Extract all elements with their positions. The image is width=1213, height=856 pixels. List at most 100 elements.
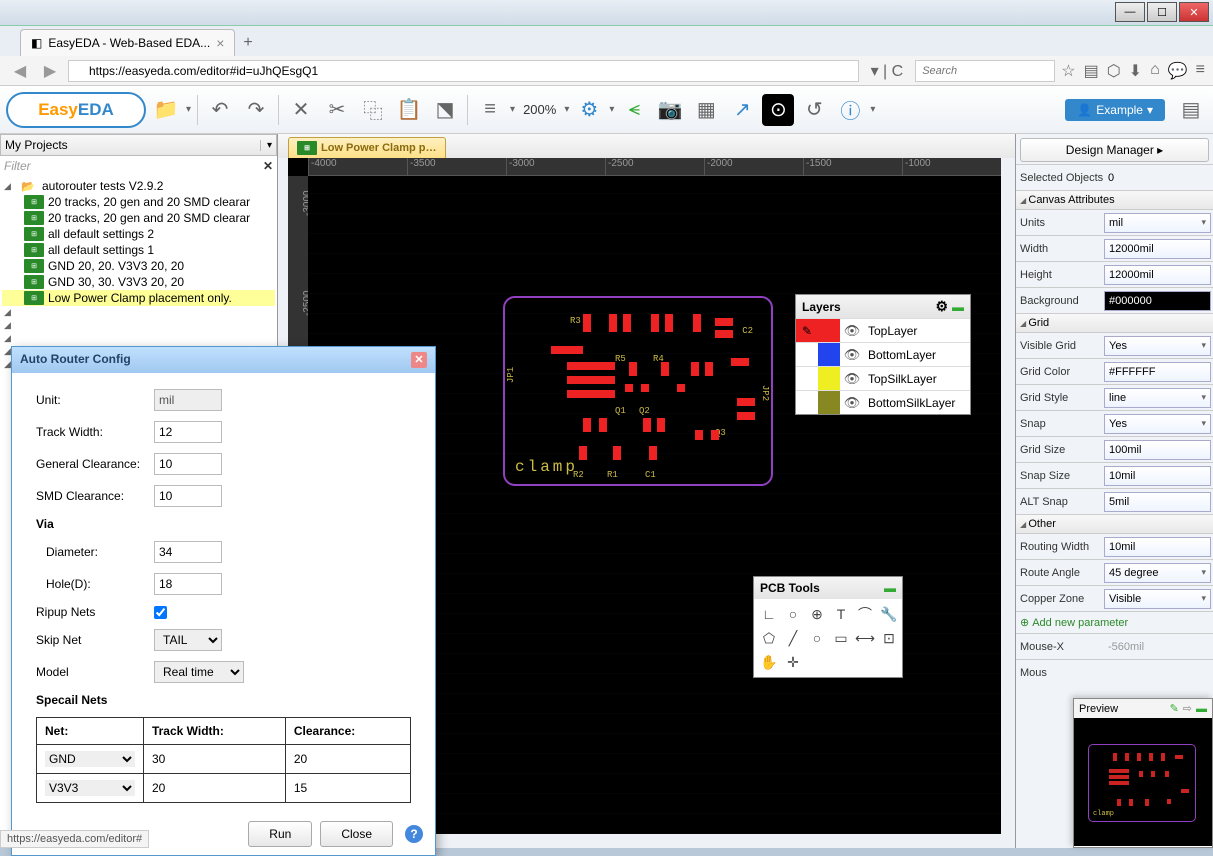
layers-panel[interactable]: Layers ⚙ ▬ ✎👁TopLayer 👁BottomLayer 👁TopS… [795, 294, 971, 415]
visible-grid-select[interactable]: Yes▾ [1104, 336, 1211, 356]
reload-dropdown[interactable]: ▾ | C [865, 61, 910, 81]
gen-clearance-input[interactable] [154, 453, 222, 475]
bookmark-star-icon[interactable]: ☆ [1061, 61, 1075, 81]
diameter-input[interactable] [154, 541, 222, 563]
camera-icon[interactable]: 📷 [654, 94, 686, 126]
snap-size-input[interactable]: 10mil [1104, 466, 1211, 486]
bg-input[interactable]: #000000 [1104, 291, 1211, 311]
home-icon[interactable]: ⌂ [1150, 61, 1160, 81]
help-icon[interactable]: ? [405, 825, 423, 843]
wrench-tool-icon[interactable]: 🔧 [878, 603, 900, 625]
pad-tool-icon[interactable]: ○ [782, 603, 804, 625]
eye-icon[interactable]: 👁 [840, 323, 864, 339]
nav-back-icon[interactable]: ◀ [8, 59, 32, 83]
new-tab-button[interactable]: + [235, 30, 260, 56]
grid-size-input[interactable]: 100mil [1104, 440, 1211, 460]
filter-input[interactable]: Filter ✕ [0, 156, 277, 176]
poly-tool-icon[interactable]: ⬠ [758, 627, 780, 649]
eye-icon[interactable]: 👁 [840, 347, 864, 363]
tab-close-icon[interactable]: × [216, 35, 224, 51]
pan-tool-icon[interactable]: ✋ [758, 651, 780, 673]
share-icon[interactable]: ⪪ [618, 94, 650, 126]
window-close[interactable]: ✕ [1179, 2, 1209, 22]
smd-clearance-input[interactable] [154, 485, 222, 507]
route-angle-select[interactable]: 45 degree▾ [1104, 563, 1211, 583]
arc-tool-icon[interactable]: ⌒ [854, 603, 876, 625]
bom-icon[interactable]: ▦ [690, 94, 722, 126]
export-icon[interactable]: ↗ [726, 94, 758, 126]
projects-dropdown[interactable]: My Projects ▾ [0, 134, 277, 156]
redo-icon[interactable]: ↷ [240, 94, 272, 126]
fab-icon[interactable]: ⊙ [762, 94, 794, 126]
close-button[interactable]: Close [320, 821, 393, 847]
gear-icon[interactable]: ⚙ [573, 94, 605, 126]
layer-row[interactable]: 👁TopSilkLayer [796, 366, 970, 390]
document-tab[interactable]: ⊞ Low Power Clamp p… [288, 137, 446, 158]
grid-color-input[interactable]: #FFFFFF [1104, 362, 1211, 382]
skip-net-select[interactable]: TAIL [154, 629, 222, 651]
tree-item[interactable]: ⊞all default settings 2 [2, 226, 275, 242]
tree-item-selected[interactable]: ⊞Low Power Clamp placement only. [2, 290, 275, 306]
preview-edit-icon[interactable]: ✎ [1170, 702, 1179, 715]
tree-toggle[interactable]: ◢ [2, 319, 275, 332]
window-maximize[interactable]: ☐ [1147, 2, 1177, 22]
preview-canvas[interactable]: clamp [1074, 718, 1212, 846]
undo-icon[interactable]: ↶ [204, 94, 236, 126]
net-select[interactable]: V3V3 [45, 780, 135, 796]
tree-item[interactable]: ⊞20 tracks, 20 gen and 20 SMD clearar [2, 194, 275, 210]
line-tool-icon[interactable]: ╱ [782, 627, 804, 649]
units-select[interactable]: mil▾ [1104, 213, 1211, 233]
model-select[interactable]: Real time [154, 661, 244, 683]
panel-toggle-icon[interactable]: ▤ [1175, 94, 1207, 126]
paste-icon[interactable]: 📋 [393, 94, 425, 126]
section-other[interactable]: Other [1016, 514, 1213, 533]
circle-tool-icon[interactable]: ○ [806, 627, 828, 649]
tree-item[interactable]: ⊞GND 30, 30. V3V3 20, 20 [2, 274, 275, 290]
section-canvas-attr[interactable]: Canvas Attributes [1016, 190, 1213, 209]
section-grid[interactable]: Grid [1016, 313, 1213, 332]
window-minimize[interactable]: — [1115, 2, 1145, 22]
dialog-close-icon[interactable]: ✕ [411, 352, 427, 368]
autorouter-dialog[interactable]: Auto Router Config ✕ Unit: Track Width: … [11, 346, 436, 856]
browser-tab[interactable]: ◧ EasyEDA - Web-Based EDA... × [20, 29, 235, 56]
info-icon[interactable]: ⓘ [834, 94, 866, 126]
crop-icon[interactable]: ⬔ [429, 94, 461, 126]
height-input[interactable]: 12000mil [1104, 265, 1211, 285]
layer-row[interactable]: 👁BottomSilkLayer [796, 390, 970, 414]
design-manager-button[interactable]: Design Manager ▸ [1020, 138, 1209, 162]
cut-icon[interactable]: ✂ [321, 94, 353, 126]
library-icon[interactable]: ▤ [1084, 61, 1099, 81]
alt-snap-input[interactable]: 5mil [1104, 492, 1211, 512]
pocket-icon[interactable]: ⬡ [1107, 61, 1121, 81]
chat-icon[interactable]: 💬 [1168, 61, 1188, 81]
tree-toggle[interactable]: ◢ [2, 306, 275, 319]
tree-item[interactable]: ⊞20 tracks, 20 gen and 20 SMD clearar [2, 210, 275, 226]
layer-row[interactable]: ✎👁TopLayer [796, 318, 970, 342]
preview-panel[interactable]: Preview ✎ ⇨ ▬ [1073, 698, 1213, 848]
track-tool-icon[interactable]: ∟ [758, 603, 780, 625]
track-width-input[interactable] [154, 421, 222, 443]
copy-icon[interactable]: ⿻ [357, 94, 389, 126]
zoom-level[interactable]: 200% [519, 102, 560, 117]
layers-header[interactable]: Layers ⚙ ▬ [796, 295, 970, 318]
layer-row[interactable]: 👁BottomLayer [796, 342, 970, 366]
eye-icon[interactable]: 👁 [840, 395, 864, 411]
browser-search-input[interactable] [915, 60, 1055, 82]
pcb-tools-panel[interactable]: PCB Tools▬ ∟ ○ ⊕ T ⌒ 🔧 ⬠ ╱ ○ ▭ ⟷ ⊡ [753, 576, 903, 678]
preview-move-icon[interactable]: ⇨ [1183, 702, 1192, 715]
via-tool-icon[interactable]: ⊕ [806, 603, 828, 625]
text-tool-icon[interactable]: T [830, 603, 852, 625]
ripup-checkbox[interactable] [154, 606, 167, 619]
dim-tool-icon[interactable]: ⟷ [854, 627, 876, 649]
snap-select[interactable]: Yes▾ [1104, 414, 1211, 434]
net-select[interactable]: GND [45, 751, 135, 767]
group-tool-icon[interactable]: ⊡ [878, 627, 900, 649]
eye-icon[interactable]: 👁 [840, 371, 864, 387]
tree-folder[interactable]: ◢ 📂 autorouter tests V2.9.2 [2, 178, 275, 194]
grid-style-select[interactable]: line▾ [1104, 388, 1211, 408]
hole-input[interactable] [154, 573, 222, 595]
align-icon[interactable]: ≡ [474, 94, 506, 126]
run-button[interactable]: Run [248, 821, 312, 847]
menu-icon[interactable]: ≡ [1196, 61, 1205, 81]
layers-settings-icon[interactable]: ⚙ [935, 298, 948, 315]
